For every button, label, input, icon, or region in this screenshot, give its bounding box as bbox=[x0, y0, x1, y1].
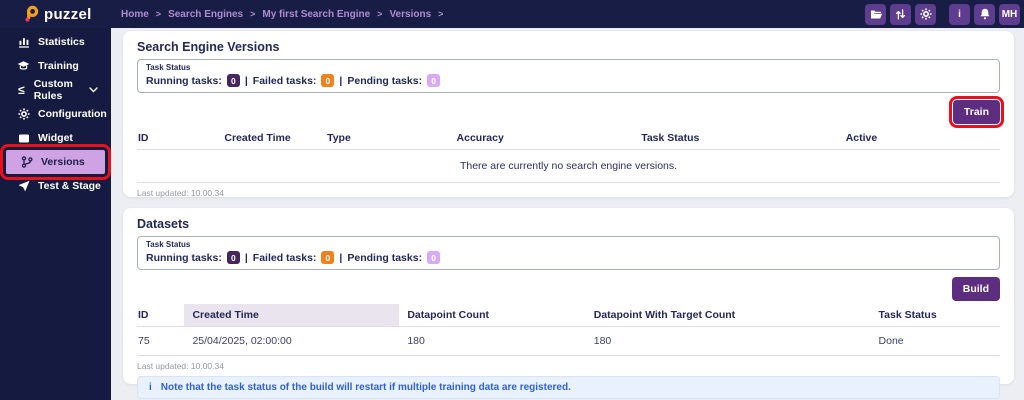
gear-icon bbox=[17, 108, 30, 120]
puzzel-logo-icon bbox=[24, 5, 39, 23]
column-header-datapoint-count[interactable]: Datapoint Count bbox=[399, 304, 585, 326]
top-bar: puzzel Home > Search Engines > My first … bbox=[0, 0, 1024, 28]
running-tasks-label: Running tasks: bbox=[146, 75, 222, 87]
task-status-heading: Task Status bbox=[146, 240, 991, 249]
breadcrumb-search-engines[interactable]: Search Engines bbox=[168, 9, 243, 20]
column-header-task-status[interactable]: Task Status bbox=[633, 127, 838, 149]
cell-datapoint-count: 180 bbox=[399, 335, 585, 347]
info-icon: i bbox=[149, 382, 152, 393]
avatar[interactable]: MH bbox=[999, 4, 1020, 25]
column-header-datapoint-with-target-count[interactable]: Datapoint With Target Count bbox=[586, 304, 871, 326]
versions-last-updated: Last updated: 10.00.34 bbox=[137, 188, 1000, 198]
topbar-action-icons: i MH bbox=[865, 4, 1024, 25]
breadcrumb: Home > Search Engines > My first Search … bbox=[121, 9, 443, 20]
bar-chart-icon bbox=[17, 36, 30, 48]
failed-tasks-label: Failed tasks: bbox=[253, 252, 317, 264]
cell-id: 75 bbox=[137, 335, 184, 347]
breadcrumb-separator: > bbox=[250, 9, 255, 19]
running-tasks-badge: 0 bbox=[227, 74, 240, 87]
pending-tasks-label: Pending tasks: bbox=[347, 75, 422, 87]
datasets-table-header: ID Created Time Datapoint Count Datapoin… bbox=[137, 304, 1000, 327]
pending-tasks-badge: 0 bbox=[427, 74, 440, 87]
sidebar-item-configuration[interactable]: Configuration bbox=[3, 102, 108, 126]
breadcrumb-separator: > bbox=[377, 9, 382, 19]
less-equal-icon: ≤ bbox=[17, 83, 26, 97]
separator: | bbox=[245, 252, 248, 264]
sidebar-item-label: Widget bbox=[38, 132, 73, 144]
failed-tasks-label: Failed tasks: bbox=[253, 75, 317, 87]
datasets-card: Datasets Task Status Running tasks: 0 | … bbox=[123, 208, 1014, 384]
column-header-accuracy[interactable]: Accuracy bbox=[449, 127, 634, 149]
paper-plane-icon bbox=[17, 180, 30, 192]
logo-text: puzzel bbox=[44, 6, 92, 23]
build-button-row: Build bbox=[137, 277, 1000, 301]
pending-tasks-label: Pending tasks: bbox=[347, 252, 422, 264]
pending-tasks-badge: 0 bbox=[427, 251, 440, 264]
task-status-counts: Running tasks: 0 | Failed tasks: 0 | Pen… bbox=[146, 251, 991, 264]
search-engine-versions-card: Search Engine Versions Task Status Runni… bbox=[123, 31, 1014, 197]
puzzel-logo[interactable]: puzzel bbox=[0, 5, 111, 23]
column-header-task-status[interactable]: Task Status bbox=[871, 304, 1000, 326]
cell-created-time: 25/04/2025, 02:00:00 bbox=[184, 335, 399, 347]
train-button-row: Train bbox=[137, 100, 1000, 124]
running-tasks-badge: 0 bbox=[227, 251, 240, 264]
cell-datapoint-with-target-count: 180 bbox=[586, 335, 871, 347]
column-header-type[interactable]: Type bbox=[319, 127, 448, 149]
datasets-task-status-box: Task Status Running tasks: 0 | Failed ta… bbox=[137, 236, 1000, 270]
column-header-created-time[interactable]: Created Time bbox=[184, 304, 399, 326]
section-title: Datasets bbox=[137, 217, 1000, 231]
train-button[interactable]: Train bbox=[953, 100, 1000, 124]
gear-icon[interactable] bbox=[915, 4, 936, 25]
versions-task-status-box: Task Status Running tasks: 0 | Failed ta… bbox=[137, 59, 1000, 93]
graduation-cap-icon bbox=[17, 60, 30, 72]
breadcrumb-separator: > bbox=[156, 9, 161, 19]
separator: | bbox=[339, 252, 342, 264]
failed-tasks-badge: 0 bbox=[321, 251, 334, 264]
column-header-active[interactable]: Active bbox=[838, 127, 1000, 149]
separator: | bbox=[339, 75, 342, 87]
sidebar-item-label: Statistics bbox=[38, 36, 85, 48]
running-tasks-label: Running tasks: bbox=[146, 252, 222, 264]
build-restart-note: i Note that the task status of the build… bbox=[137, 376, 1000, 399]
versions-table-header: ID Created Time Type Accuracy Task Statu… bbox=[137, 127, 1000, 150]
sidebar-item-label: Versions bbox=[41, 156, 85, 168]
chevron-down-icon bbox=[89, 87, 98, 93]
git-branch-icon bbox=[20, 156, 33, 168]
failed-tasks-badge: 0 bbox=[321, 74, 334, 87]
section-title: Search Engine Versions bbox=[137, 40, 1000, 54]
versions-empty-message: There are currently no search engine ver… bbox=[137, 150, 1000, 183]
column-header-id[interactable]: ID bbox=[137, 127, 216, 149]
task-status-counts: Running tasks: 0 | Failed tasks: 0 | Pen… bbox=[146, 74, 991, 87]
breadcrumb-versions[interactable]: Versions bbox=[389, 9, 431, 20]
build-button[interactable]: Build bbox=[952, 277, 1000, 301]
info-icon[interactable]: i bbox=[949, 4, 970, 25]
sidebar-item-label: Training bbox=[38, 60, 79, 72]
cell-task-status: Done bbox=[871, 335, 1000, 347]
separator: | bbox=[245, 75, 248, 87]
breadcrumb-my-first-search-engine[interactable]: My first Search Engine bbox=[262, 9, 370, 20]
sidebar-item-statistics[interactable]: Statistics bbox=[3, 30, 108, 54]
folder-open-icon[interactable] bbox=[865, 4, 886, 25]
sidebar-item-test-and-stage[interactable]: Test & Stage bbox=[3, 174, 108, 198]
note-text: Note that the task status of the build w… bbox=[161, 382, 571, 393]
sidebar-item-versions[interactable]: Versions bbox=[6, 150, 105, 174]
sidebar-item-custom-rules[interactable]: ≤ Custom Rules bbox=[3, 78, 108, 102]
window-icon bbox=[17, 133, 30, 144]
column-header-created-time[interactable]: Created Time bbox=[216, 127, 319, 149]
sidebar-item-label: Configuration bbox=[38, 108, 107, 120]
table-row: 75 25/04/2025, 02:00:00 180 180 Done bbox=[137, 327, 1000, 356]
breadcrumb-home[interactable]: Home bbox=[121, 9, 149, 20]
column-header-id[interactable]: ID bbox=[137, 304, 184, 326]
breadcrumb-separator: > bbox=[438, 9, 443, 19]
bell-icon[interactable] bbox=[974, 4, 995, 25]
sidebar-item-training[interactable]: Training bbox=[3, 54, 108, 78]
sidebar: Statistics Training ≤ Custom Rules Confi… bbox=[0, 28, 111, 400]
main-content: Search Engine Versions Task Status Runni… bbox=[111, 28, 1024, 400]
task-status-heading: Task Status bbox=[146, 63, 991, 72]
sidebar-item-label: Test & Stage bbox=[38, 180, 101, 192]
datasets-last-updated: Last updated: 10.00.34 bbox=[137, 361, 1000, 371]
sidebar-item-label: Custom Rules bbox=[34, 78, 81, 102]
sidebar-item-widget[interactable]: Widget bbox=[3, 126, 108, 150]
sort-arrows-icon[interactable] bbox=[890, 4, 911, 25]
